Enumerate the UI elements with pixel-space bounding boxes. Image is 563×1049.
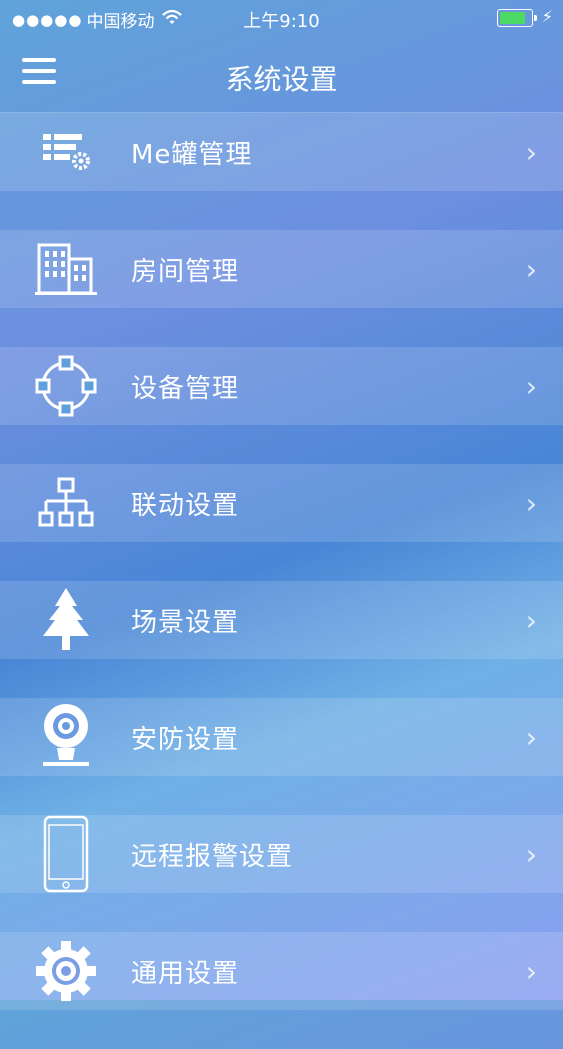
device-network-icon [30,355,102,417]
battery-nub [534,15,537,21]
camera-icon [30,704,102,768]
chevron-right-icon: › [525,135,537,169]
chevron-right-icon: › [525,486,537,520]
nav-bar: 系统设置 [0,36,563,113]
chevron-right-icon: › [525,837,537,871]
page-title: 系统设置 [225,63,338,96]
tree-icon [30,588,102,651]
settings-list: Me罐管理 › 房间管理 › 设备管理 › 联动设置 › 场景设置 › 安防设置… [0,113,563,1049]
building-icon [30,238,102,300]
battery-level [500,12,525,24]
status-bar: ●●●●● 中国移动 上午9:10 ⚡ [0,0,563,36]
chevron-right-icon: › [525,720,537,754]
gear-icon [30,940,102,1002]
chevron-right-icon: › [525,252,537,286]
menu-item-label: 安防设置 [131,724,240,755]
menu-item-general[interactable]: 通用设置 › [0,932,563,1010]
menu-item-label: 场景设置 [131,607,240,638]
menu-item-label: 房间管理 [131,256,240,287]
hierarchy-icon [30,472,102,534]
chevron-right-icon: › [525,954,537,988]
status-time: 上午9:10 [243,11,320,32]
list-settings-icon [30,121,102,183]
menu-item-room[interactable]: 房间管理 › [0,230,563,308]
menu-item-scene[interactable]: 场景设置 › [0,581,563,659]
menu-item-me-tank[interactable]: Me罐管理 › [0,113,563,191]
menu-item-linkage[interactable]: 联动设置 › [0,464,563,542]
menu-item-remote-alarm[interactable]: 远程报警设置 › [0,815,563,893]
charging-icon: ⚡ [541,7,553,26]
menu-item-security[interactable]: 安防设置 › [0,698,563,776]
menu-item-label: 联动设置 [131,490,240,521]
menu-item-device[interactable]: 设备管理 › [0,347,563,425]
chevron-right-icon: › [525,369,537,403]
menu-item-label: 通用设置 [131,958,240,989]
menu-item-label: 设备管理 [131,373,240,404]
chevron-right-icon: › [525,603,537,637]
phone-icon [30,815,102,893]
battery-icon [497,9,537,27]
menu-item-label: 远程报警设置 [131,841,294,872]
menu-item-label: Me罐管理 [131,139,253,170]
